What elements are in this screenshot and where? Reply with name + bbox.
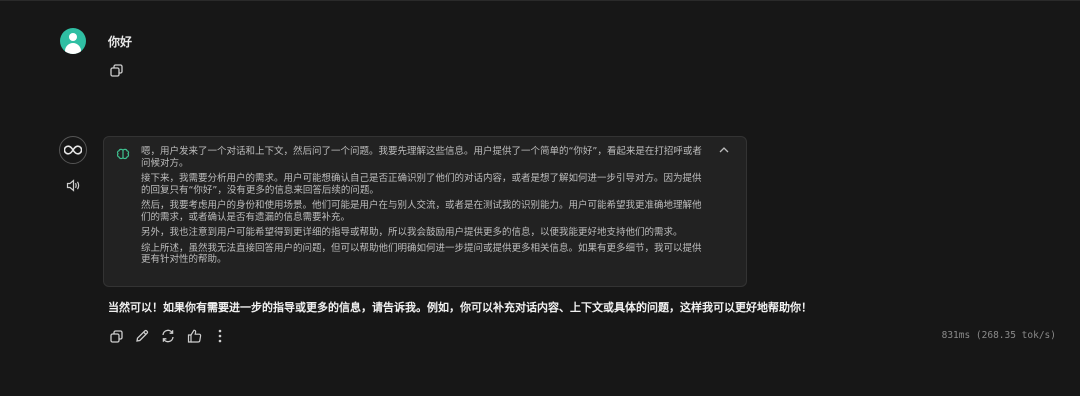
user-avatar-icon [60,28,86,54]
refresh-icon[interactable] [160,328,176,344]
user-message-text: 你好 [108,35,133,49]
infinity-logo-icon [59,136,87,164]
chevron-up-icon[interactable] [717,143,731,157]
brain-icon [116,145,130,164]
thumbs-up-icon[interactable] [186,327,203,344]
thinking-paragraph: 综上所述，虽然我无法直接回答用户的问题，但可以帮助他们明确如何进一步提问或提供更… [141,242,702,266]
speaker-icon[interactable] [65,177,81,193]
assistant-answer-text: 当然可以！如果你有需要进一步的指导或更多的信息，请告诉我。例如，你可以补充对话内… [108,301,812,314]
more-vertical-icon[interactable] [213,328,227,344]
thinking-paragraph: 嗯，用户发来了一个对话和上下文，然后问了一个问题。我要先理解这些信息。用户提供了… [141,146,702,169]
thinking-content: 嗯，用户发来了一个对话和上下文，然后问了一个问题。我要先理解这些信息。用户提供了… [141,146,709,270]
generation-stats: 831ms (268.35 tok/s) [941,330,1056,341]
pencil-icon[interactable] [134,328,150,344]
top-divider [0,0,1080,1]
thinking-paragraph: 另外，我也注意到用户可能希望得到更详细的指导或帮助，所以我会鼓励用户提供更多的信… [141,227,683,238]
copy-icon[interactable] [108,62,124,78]
thinking-paragraph: 接下来，我需要分析用户的需求。用户可能想确认自己是否正确识别了他们的对话内容，或… [141,173,702,196]
thinking-panel: 嗯，用户发来了一个对话和上下文，然后问了一个问题。我要先理解这些信息。用户提供了… [103,136,747,287]
copy-icon[interactable] [108,328,124,344]
thinking-paragraph: 然后，我要考虑用户的身份和使用场景。他们可能是用户在与别人交流，或者是在测试我的… [141,200,702,223]
